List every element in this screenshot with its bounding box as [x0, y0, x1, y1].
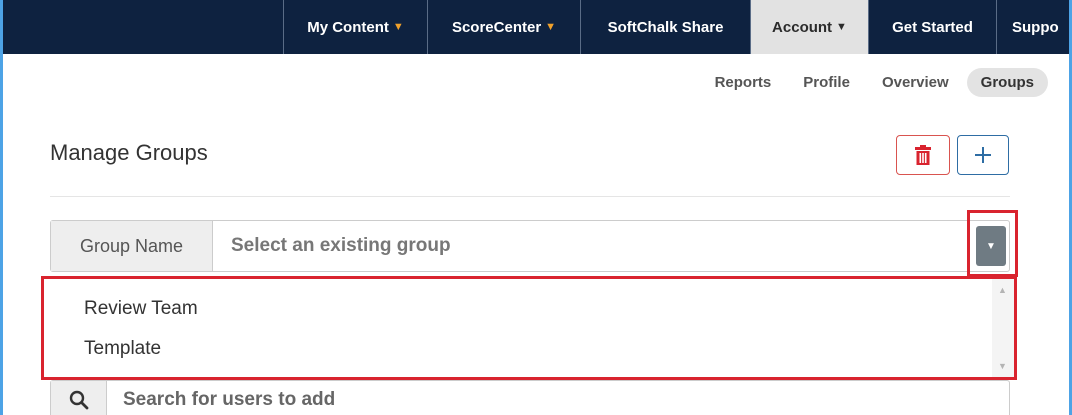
subnav-overview[interactable]: Overview — [868, 68, 963, 97]
divider — [50, 196, 1010, 197]
nav-tab-label: Suppo — [1012, 18, 1059, 36]
page-title: Manage Groups — [50, 140, 208, 165]
dropdown-option[interactable]: Review Team — [44, 295, 992, 335]
group-name-label: Group Name — [51, 221, 213, 271]
dropdown-options: Review Team Template — [44, 279, 992, 377]
nav-tab-softchalk-share[interactable]: SoftChalk Share — [580, 0, 750, 54]
account-subnav: Reports Profile Overview Groups — [697, 66, 1048, 98]
caret-down-icon: ▼ — [836, 21, 847, 33]
trash-icon — [915, 145, 931, 165]
caret-down-icon: ▼ — [986, 240, 996, 252]
nav-tab-label: My Content — [307, 18, 389, 36]
nav-tab-label: SoftChalk Share — [607, 18, 724, 36]
nav-tab-label: Account — [772, 18, 833, 36]
user-search-input[interactable] — [107, 381, 1009, 415]
nav-tab-get-started[interactable]: Get Started — [868, 0, 996, 54]
magnifier-icon — [69, 390, 88, 410]
caret-down-icon: ▼ — [392, 21, 404, 33]
nav-tab-my-content[interactable]: My Content ▼ — [283, 0, 427, 54]
nav-tab-scorecenter[interactable]: ScoreCenter ▼ — [427, 0, 580, 54]
plus-icon — [975, 147, 991, 163]
subnav-groups[interactable]: Groups — [966, 67, 1048, 97]
caret-down-icon: ▼ — [545, 21, 557, 33]
dropdown-toggle-button[interactable]: ▼ — [976, 226, 1006, 266]
top-navigation-bar: My Content ▼ ScoreCenter ▼ SoftChalk Sha… — [0, 0, 1072, 54]
scroll-up-icon[interactable]: ▲ — [998, 285, 1007, 295]
group-name-select-row: Group Name Select an existing group ▼ — [50, 220, 1010, 272]
group-select[interactable]: Select an existing group — [213, 221, 1009, 271]
user-search-row — [50, 380, 1010, 415]
nav-tab-label: Get Started — [892, 18, 973, 36]
nav-tab-account[interactable]: Account ▼ — [750, 0, 868, 54]
search-icon — [51, 381, 107, 415]
nav-tab-support[interactable]: Suppo — [996, 0, 1072, 54]
dropdown-option[interactable]: Template — [44, 335, 992, 375]
group-dropdown-list: Review Team Template ▲ ▼ — [41, 276, 1017, 380]
delete-group-button[interactable] — [896, 135, 950, 175]
subnav-profile[interactable]: Profile — [789, 68, 864, 97]
dropdown-scrollbar[interactable]: ▲ ▼ — [992, 279, 1014, 377]
add-group-button[interactable] — [957, 135, 1009, 175]
nav-tab-label: ScoreCenter — [451, 18, 542, 36]
subnav-reports[interactable]: Reports — [701, 68, 786, 97]
scroll-down-icon[interactable]: ▼ — [998, 361, 1007, 371]
